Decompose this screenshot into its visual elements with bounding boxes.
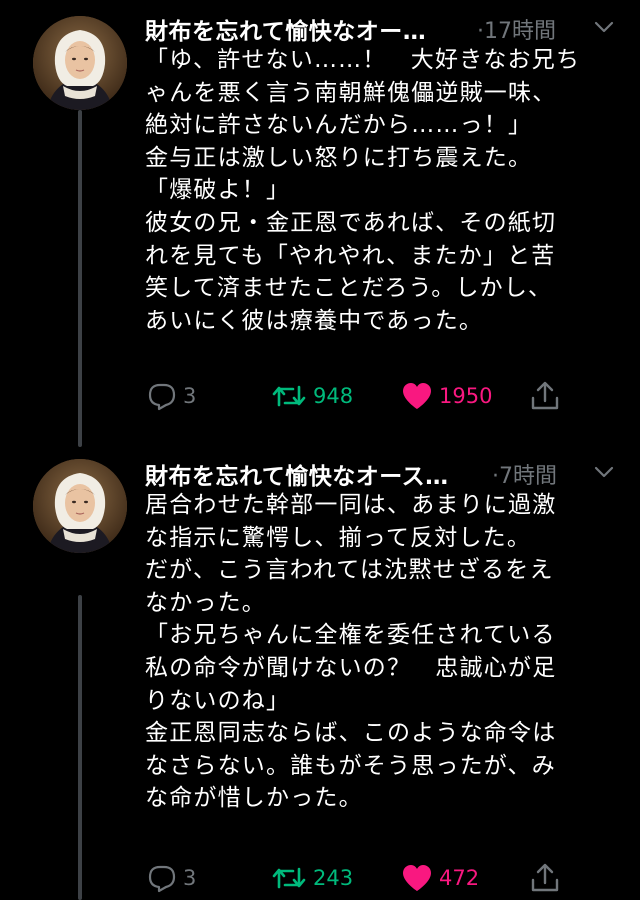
share-icon [531,863,559,892]
retweet-count: 243 [313,866,354,890]
tweet-text-line: な指示に驚愕し、揃って反対した。 [145,524,532,551]
author-name[interactable]: 財布を忘れて愉快なオー… [145,12,426,46]
tweet-actions: 3 243 472 [145,858,615,898]
tweet-text-line: 「ゆ、許せない……！ 大好きなお兄ち [145,47,581,73]
tweet-actions: 3 948 1950 [145,376,615,416]
reply-button[interactable]: 3 [147,376,196,416]
reply-button[interactable]: 3 [147,858,196,898]
timestamp[interactable]: ·7時間 [492,458,557,490]
tweet-text-line: だが、こう言われては沈黙せざるをえ [145,557,554,584]
author-name[interactable]: 財布を忘れて愉快なオース… [145,457,449,491]
tweet-text-line: 金与正は激しい怒りに打ち震えた。 [145,144,533,171]
like-button[interactable]: 1950 [401,376,492,416]
tweet-text-line: なさらない。誰もがそう思ったが、み [145,752,556,779]
avatar[interactable] [33,16,127,110]
heart-icon [403,383,431,409]
like-button[interactable]: 472 [401,858,479,898]
tweet-text-line: ゃんを悪く言う南朝鮮傀儡逆賊一味、 [145,79,557,106]
tweet-text-line: 笑して済ませたことだろう。しかし、 [145,275,553,302]
retweet-icon [272,385,306,407]
reply-count: 3 [183,384,197,408]
tweet-text-line: りないのね」 [145,687,291,714]
tweet-text-line: れを見ても「やれやれ、またか」と苦 [145,242,556,269]
reply-icon [148,865,176,893]
tweet-text-line: あいにく彼は療養中であった。 [145,307,484,334]
tweet-text-line: なかった。 [145,589,266,616]
share-button[interactable] [529,376,561,416]
thread-line-top [78,110,82,447]
reply-icon [148,383,176,411]
retweet-button[interactable]: 243 [271,858,353,898]
portrait-woman-bonnet-icon [33,459,127,553]
chevron-down-icon[interactable] [593,463,615,481]
retweet-button[interactable]: 948 [271,376,353,416]
thread-line-bottom [78,595,82,900]
chevron-down-icon[interactable] [593,18,615,36]
tweet-text-line: 絶対に許さないんだから……っ！」 [145,112,533,139]
heart-icon [403,865,431,891]
timestamp[interactable]: ·17時間 [477,13,556,45]
tweet-text-line: 金正恩同志ならば、このような命令は [145,720,557,747]
share-button[interactable] [529,858,561,898]
tweet-text-line: な命が惜しかった。 [145,785,363,812]
share-icon [531,381,559,410]
tweet-text: 居合わせた幹部一同は、あまりに過激 な指示に驚愕し、揃って反対した。 だが、こう… [145,489,615,815]
retweet-icon [272,867,306,889]
tweet-text-line: 「爆破よ！」 [145,177,291,204]
like-count: 1950 [439,384,493,408]
tweet-text-line: 彼女の兄・金正恩であれば、その紙切 [145,209,557,236]
tweet-text-line: 居合わせた幹部一同は、あまりに過激 [145,492,557,518]
tweet-text-line: 私の命令が聞けないの？ 忠誠心が足 [145,654,557,681]
like-count: 472 [439,866,480,890]
retweet-count: 948 [313,384,354,408]
reply-count: 3 [183,866,197,890]
portrait-woman-bonnet-icon [33,16,127,110]
avatar[interactable] [33,459,127,553]
tweet-text-line: 「お兄ちゃんに全権を委任されている [145,622,556,649]
tweet-text: 「ゆ、許せない……！ 大好きなお兄ち ゃんを悪く言う南朝鮮傀儡逆賊一味、 絶対に… [145,44,615,337]
